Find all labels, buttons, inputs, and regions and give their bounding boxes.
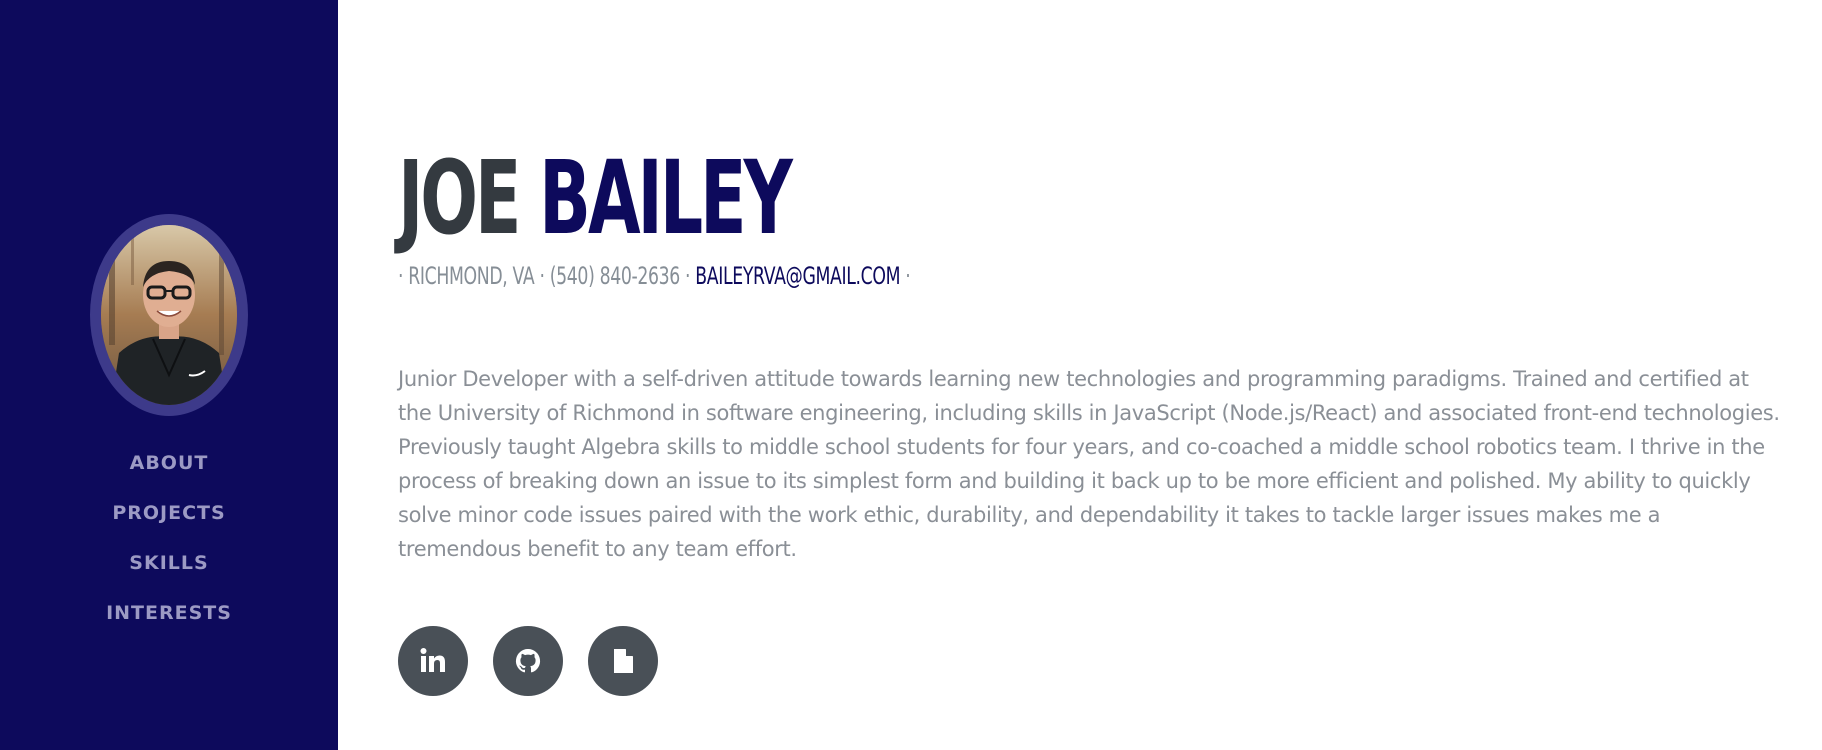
avatar [101, 225, 237, 405]
sidebar: ABOUT PROJECTS SKILLS INTERESTS [0, 0, 338, 750]
nav-link-interests[interactable]: INTERESTS [106, 602, 232, 624]
page-title: JOE BAILEY [398, 148, 793, 250]
social-icons [398, 626, 658, 696]
separator: · [679, 262, 696, 290]
nav-item-about: ABOUT [106, 438, 232, 488]
linkedin-button[interactable] [398, 626, 468, 696]
sidebar-nav: ABOUT PROJECTS SKILLS INTERESTS [106, 438, 232, 638]
phone: (540) 840-2636 [549, 262, 680, 290]
nav-item-skills: SKILLS [106, 538, 232, 588]
last-name: BAILEY [539, 139, 793, 258]
github-icon [515, 648, 541, 673]
profile-photo [101, 225, 237, 405]
github-button[interactable] [493, 626, 563, 696]
document-icon [614, 648, 634, 673]
nav-link-about[interactable]: ABOUT [130, 452, 209, 474]
nav-link-skills[interactable]: SKILLS [129, 552, 208, 574]
email-link[interactable]: BAILEYRVA@GMAIL.COM [695, 262, 900, 290]
separator: · [534, 262, 550, 290]
separator: · [398, 262, 409, 290]
location: RICHMOND, VA [408, 262, 535, 290]
nav-item-projects: PROJECTS [106, 488, 232, 538]
separator: · [900, 262, 911, 290]
linkedin-icon [420, 648, 445, 672]
first-name: JOE [398, 139, 521, 258]
nav-link-projects[interactable]: PROJECTS [112, 502, 225, 524]
avatar-frame [90, 214, 248, 416]
nav-item-interests: INTERESTS [106, 588, 232, 638]
bio-text: Junior Developer with a self-driven atti… [398, 367, 1780, 561]
contact-line: · RICHMOND, VA · (540) 840-2636 · BAILEY… [398, 262, 911, 290]
page: ABOUT PROJECTS SKILLS INTERESTS JOE BAIL… [0, 0, 1822, 750]
resume-button[interactable] [588, 626, 658, 696]
